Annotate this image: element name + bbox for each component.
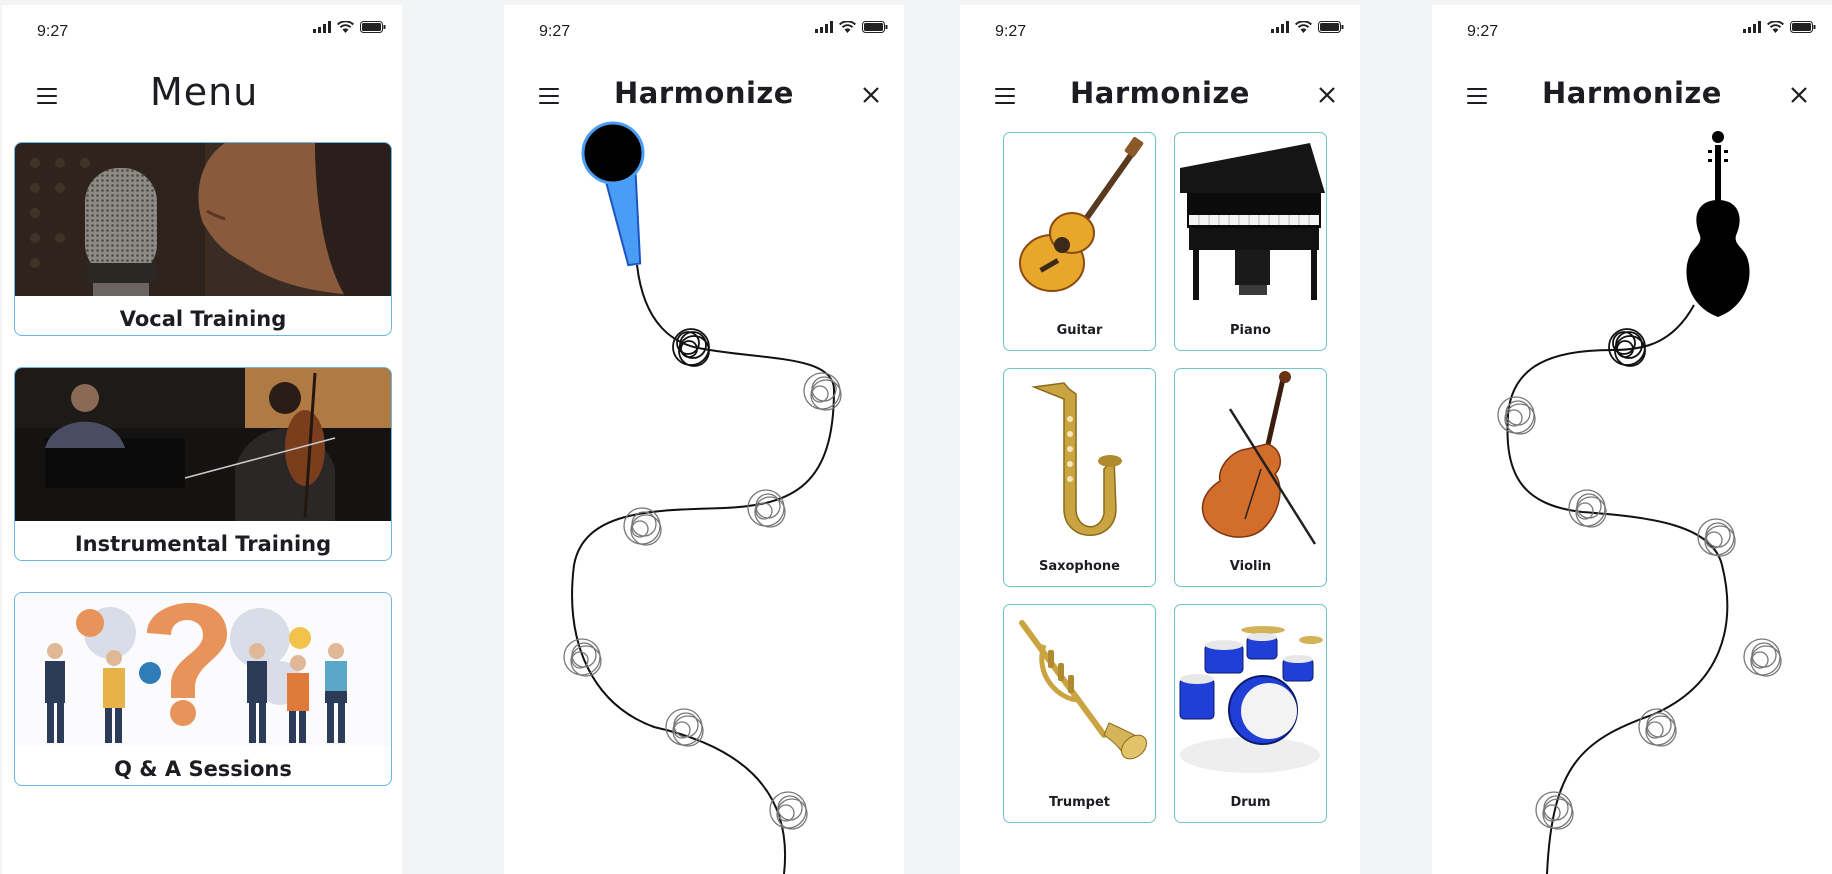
instrument-tile-trumpet[interactable]: Trumpet bbox=[1003, 604, 1156, 823]
microphone-icon[interactable] bbox=[581, 121, 648, 267]
lesson-node[interactable] bbox=[1743, 638, 1782, 677]
instrument-label: Guitar bbox=[1056, 323, 1103, 338]
lesson-node[interactable] bbox=[1697, 518, 1736, 557]
status-bar: 9:27 bbox=[960, 5, 1360, 45]
instrument-tile-guitar[interactable]: Guitar bbox=[1003, 132, 1156, 351]
card-label: Instrumental Training bbox=[74, 532, 332, 556]
instrumental-training-image bbox=[15, 368, 391, 521]
saxophone-image bbox=[1031, 382, 1122, 536]
signal-icon bbox=[313, 21, 331, 33]
lesson-node[interactable] bbox=[803, 372, 842, 411]
trumpet-image bbox=[1019, 620, 1148, 760]
lesson-node[interactable] bbox=[747, 489, 786, 528]
instrument-tile-drum[interactable]: Drum bbox=[1174, 604, 1327, 823]
status-time: 9:27 bbox=[995, 23, 1027, 40]
instrument-label: Violin bbox=[1229, 559, 1272, 574]
piano-image bbox=[1180, 143, 1325, 300]
qa-sessions-image bbox=[15, 593, 391, 746]
lesson-node[interactable] bbox=[769, 791, 808, 830]
vocal-path-screen: 9:27 Harmonize bbox=[504, 5, 904, 874]
instrument-label: Drum bbox=[1230, 795, 1271, 810]
battery-icon bbox=[360, 21, 386, 33]
instrument-tile-piano[interactable]: Piano bbox=[1174, 132, 1327, 351]
instrumental-training-card[interactable]: Instrumental Training bbox=[14, 367, 392, 561]
violin-path-screen: 9:27 Harmonize bbox=[1432, 5, 1832, 874]
lesson-path bbox=[1497, 131, 1782, 874]
wifi-icon bbox=[1295, 21, 1312, 33]
wifi-icon bbox=[337, 21, 354, 33]
instrument-label: Trumpet bbox=[1049, 795, 1110, 810]
instrument-label: Saxophone bbox=[1038, 559, 1120, 574]
lesson-path bbox=[563, 121, 842, 874]
battery-icon bbox=[1318, 21, 1344, 33]
card-label: Vocal Training bbox=[119, 307, 287, 331]
status-time: 9:27 bbox=[37, 23, 69, 40]
page-title: Menu bbox=[150, 70, 259, 114]
vocal-training-image bbox=[15, 143, 391, 296]
qa-sessions-card[interactable]: Q & A Sessions bbox=[14, 592, 392, 786]
page-title: Harmonize bbox=[1070, 76, 1250, 110]
hamburger-menu-icon[interactable] bbox=[37, 88, 57, 104]
signal-icon bbox=[1271, 21, 1289, 33]
violin-icon[interactable] bbox=[1686, 131, 1750, 317]
violin-image bbox=[1201, 371, 1317, 545]
lesson-node[interactable] bbox=[1638, 708, 1677, 747]
instrument-select-screen: 9:27 Harmonize Guitar Piano Saxophone Vi… bbox=[960, 5, 1360, 874]
instrument-label: Piano bbox=[1230, 323, 1271, 338]
guitar-image bbox=[1019, 136, 1144, 292]
status-bar: 9:27 bbox=[2, 5, 402, 45]
close-icon[interactable] bbox=[1316, 84, 1338, 106]
instrument-tile-violin[interactable]: Violin bbox=[1174, 368, 1327, 587]
drum-kit-image bbox=[1179, 626, 1323, 773]
vocal-training-card[interactable]: Vocal Training bbox=[14, 142, 392, 336]
lesson-node[interactable] bbox=[1568, 489, 1607, 528]
menu-screen: 9:27 Menu Vocal Training Instrumental Tr… bbox=[2, 5, 402, 874]
lesson-node[interactable] bbox=[672, 328, 710, 367]
lesson-node[interactable] bbox=[1497, 396, 1536, 435]
card-label: Q & A Sessions bbox=[114, 757, 292, 781]
instrument-tile-saxophone[interactable]: Saxophone bbox=[1003, 368, 1156, 587]
